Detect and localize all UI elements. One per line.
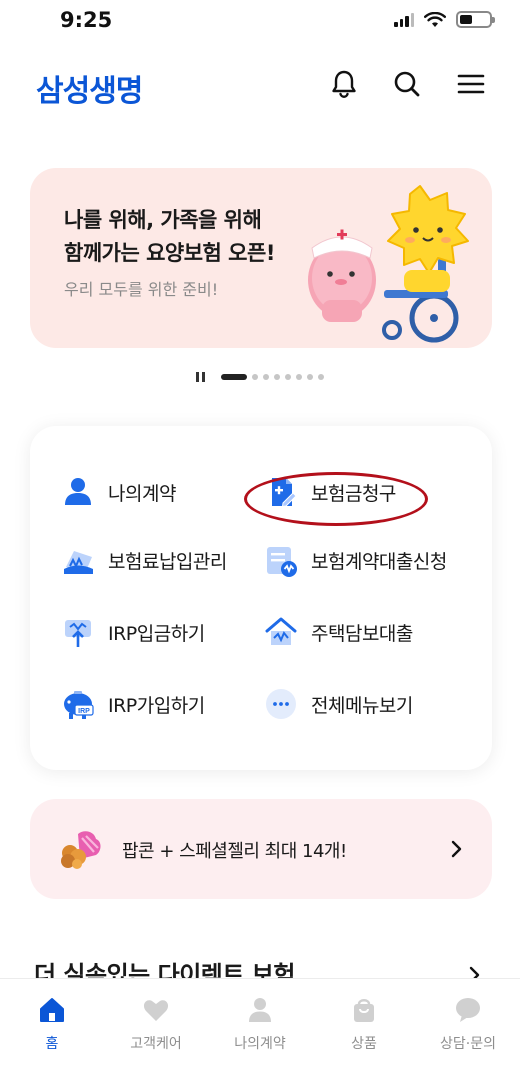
menu-label: 보험계약대출신청 [311, 550, 447, 573]
claim-document-icon [272, 478, 297, 508]
pause-icon[interactable] [196, 372, 206, 382]
menu-label: 보험료납입관리 [108, 550, 227, 573]
tab-label: 고객케어 [130, 1036, 182, 1052]
tab-products[interactable]: 상품 [312, 979, 416, 1071]
menu-label: 주택담보대출 [311, 622, 413, 645]
person-icon [249, 998, 271, 1022]
status-time: 9:25 [60, 8, 113, 32]
pager-dot[interactable] [296, 374, 302, 380]
banner-title: 나를 위해, 가족을 위해 함께가는 요양보험 오픈! [64, 208, 275, 265]
brand-logo[interactable]: 삼성생명 [36, 66, 143, 110]
battery-icon [456, 11, 495, 28]
menu-icon[interactable] [455, 68, 487, 100]
menu-insurance-claim[interactable]: 보험금청구 [263, 472, 396, 512]
pager-dot[interactable] [285, 374, 291, 380]
pager-dot[interactable] [263, 374, 269, 380]
contract-loan-icon [267, 547, 297, 577]
chat-bubble-icon [456, 998, 480, 1022]
home-loan-icon [265, 617, 297, 645]
tab-label: 나의계약 [234, 1036, 286, 1052]
more-dots-icon [266, 689, 296, 719]
bell-icon[interactable] [328, 68, 360, 100]
bottom-tab-bar: 홈 고객케어 나의계약 상품 상담·문의 [0, 978, 520, 1071]
status-bar: 9:25 [0, 0, 520, 44]
menu-label: IRP가입하기 [108, 694, 205, 717]
person-icon [65, 478, 91, 505]
irp-deposit-icon [65, 620, 91, 647]
quick-menu-card: 나의계약 보험금청구 보험료납입관리 보험계약대출신청 IRP입금하기 주택담보… [30, 426, 492, 770]
mascot-illustration [308, 185, 469, 343]
pager-dot[interactable] [252, 374, 258, 380]
pager-dot-active[interactable] [221, 374, 247, 380]
menu-all-menus[interactable]: 전체메뉴보기 [263, 684, 413, 724]
popcorn-jelly-icon [61, 831, 101, 869]
irp-piggy-icon: IRP [64, 691, 94, 719]
tab-label: 홈 [45, 1036, 59, 1052]
tab-label: 상담·문의 [440, 1036, 496, 1052]
cellular-signal-icon [394, 12, 414, 27]
menu-label: 보험금청구 [311, 482, 396, 505]
chevron-right-icon [451, 840, 462, 858]
menu-irp-signup[interactable]: IRP IRP가입하기 [60, 684, 205, 724]
promo-text: 팝콘 + 스페셜젤리 최대 14개! [122, 841, 347, 862]
menu-my-contract[interactable]: 나의계약 [60, 472, 176, 512]
banner-pager[interactable] [0, 370, 520, 384]
pager-dot[interactable] [307, 374, 313, 380]
app-header: 삼성생명 [0, 58, 520, 114]
banner-subtitle: 우리 모두를 위한 준비! [64, 280, 219, 299]
promo-banner[interactable]: 나를 위해, 가족을 위해 함께가는 요양보험 오픈! 우리 모두를 위한 준비… [30, 168, 492, 348]
search-icon[interactable] [391, 68, 423, 100]
pager-dot[interactable] [274, 374, 280, 380]
svg-text:IRP: IRP [78, 708, 90, 715]
home-icon [40, 998, 64, 1022]
menu-irp-deposit[interactable]: IRP입금하기 [60, 612, 205, 652]
tab-consult-inquiry[interactable]: 상담·문의 [416, 979, 520, 1071]
tab-my-contract[interactable]: 나의계약 [208, 979, 312, 1071]
heart-icon [143, 1000, 169, 1021]
wifi-icon [424, 11, 446, 27]
menu-contract-loan[interactable]: 보험계약대출신청 [263, 540, 447, 580]
tab-home[interactable]: 홈 [0, 979, 104, 1071]
promo-card[interactable]: 팝콘 + 스페셜젤리 최대 14개! [30, 799, 492, 899]
tab-customer-care[interactable]: 고객케어 [104, 979, 208, 1071]
status-icons [394, 11, 495, 28]
menu-home-loan[interactable]: 주택담보대출 [263, 612, 413, 652]
menu-label: 전체메뉴보기 [311, 694, 413, 717]
premium-payment-icon [64, 551, 93, 574]
tab-label: 상품 [351, 1036, 377, 1052]
shopping-bag-icon [354, 999, 374, 1022]
menu-label: IRP입금하기 [108, 622, 205, 645]
menu-premium-payment[interactable]: 보험료납입관리 [60, 540, 227, 580]
pager-dot[interactable] [318, 374, 324, 380]
menu-label: 나의계약 [108, 482, 176, 505]
